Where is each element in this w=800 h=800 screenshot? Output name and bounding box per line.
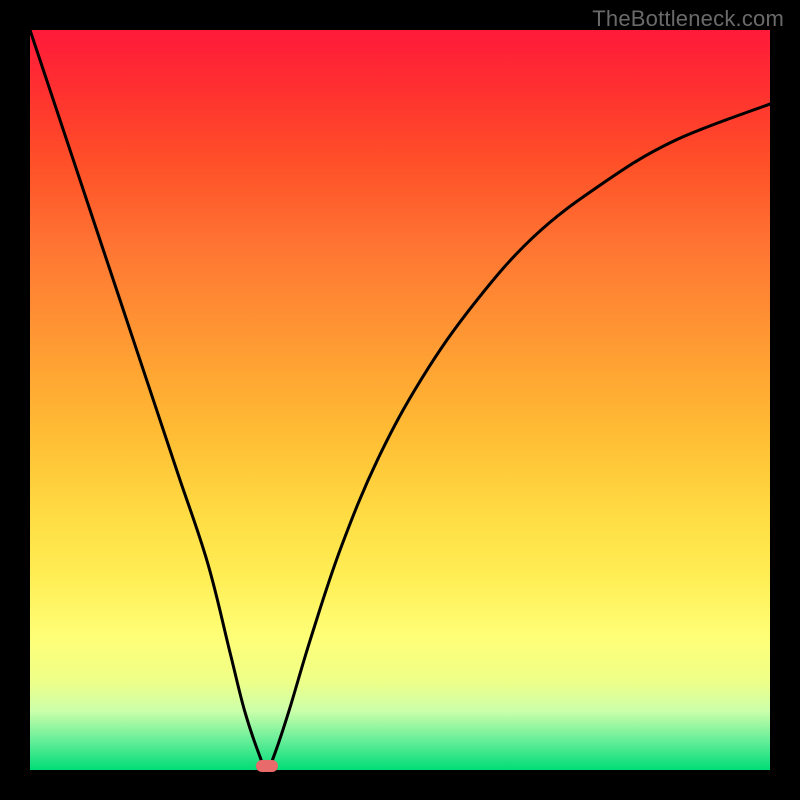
plot-area [30,30,770,770]
minimum-marker [256,760,278,772]
chart-frame: TheBottleneck.com [0,0,800,800]
watermark-text: TheBottleneck.com [592,6,784,32]
curve-svg [30,30,770,770]
bottleneck-curve [30,30,770,770]
